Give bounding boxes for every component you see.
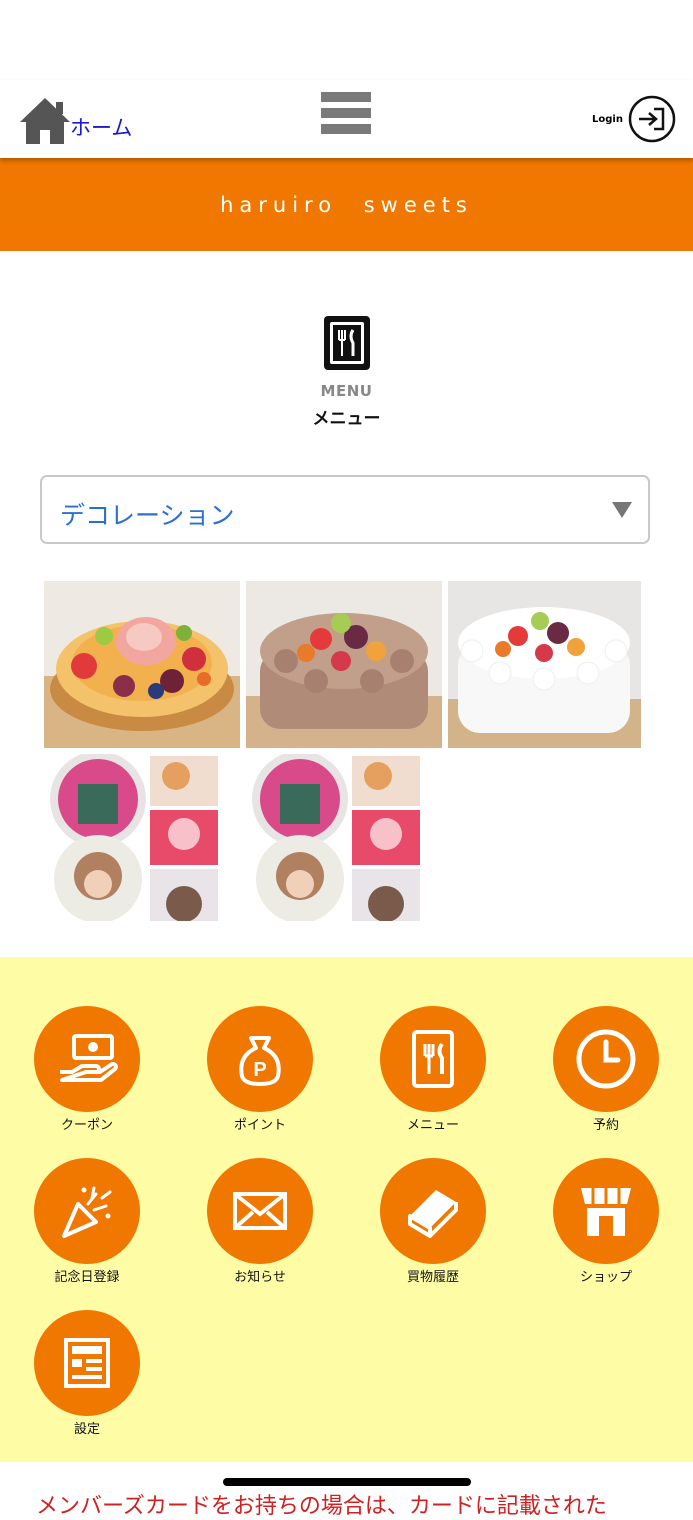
home-indicator <box>223 1478 471 1486</box>
nav-settings[interactable]: 設定 <box>17 1310 157 1437</box>
menu-heading-en: MENU <box>320 382 373 400</box>
nav-point[interactable]: P ポイント <box>190 1006 330 1133</box>
product-fruit-tart[interactable] <box>44 581 240 748</box>
status-bar <box>0 0 693 80</box>
nav-anniversary-label: 記念日登録 <box>54 1270 120 1285</box>
product-character-cake-1[interactable] <box>48 754 220 921</box>
product-white-cake[interactable] <box>448 581 641 748</box>
nav-coupon-label: クーポン <box>60 1118 113 1133</box>
character-cake-image <box>48 754 220 921</box>
envelope-icon <box>207 1158 313 1264</box>
nav-reservation-label: 予約 <box>592 1118 619 1133</box>
brand-title: haruiro sweets <box>220 192 473 217</box>
category-select[interactable]: デコレーション <box>40 475 650 544</box>
login-button[interactable]: Login <box>592 94 677 144</box>
nav-news[interactable]: お知らせ <box>190 1158 330 1285</box>
nav-anniversary[interactable]: 記念日登録 <box>17 1158 157 1285</box>
nav-shop[interactable]: ショップ <box>536 1158 676 1285</box>
nav-panel: クーポン P ポイント メニュー 予約 記念日登録 お知らせ 買物履歴 ショップ… <box>0 957 693 1462</box>
nav-news-label: お知らせ <box>234 1270 286 1285</box>
chocolate-cake-image <box>246 581 442 748</box>
nav-menu-label: メニュー <box>406 1118 459 1133</box>
book-history-icon <box>380 1158 486 1264</box>
white-cake-image <box>448 581 641 748</box>
members-card-notice: メンバーズカードをお持ちの場合は、カードに記載された <box>36 1494 607 1519</box>
top-header: ホーム Login <box>0 80 693 158</box>
character-cake-image <box>250 754 422 921</box>
point-bag-icon: P <box>207 1006 313 1112</box>
hamburger-menu-button[interactable] <box>321 92 371 138</box>
svg-text:P: P <box>253 1059 266 1081</box>
menu-heading-ja: メニュー <box>312 409 381 429</box>
home-link[interactable]: ホーム <box>18 94 132 146</box>
product-chocolate-cake[interactable] <box>246 581 442 748</box>
nav-settings-label: 設定 <box>73 1422 100 1437</box>
settings-form-icon <box>34 1310 140 1416</box>
nav-purchase-history[interactable]: 買物履歴 <box>363 1158 503 1285</box>
home-label: ホーム <box>70 116 133 140</box>
login-label: Login <box>592 113 623 125</box>
nav-menu[interactable]: メニュー <box>363 1006 503 1133</box>
brand-banner: haruiro sweets <box>0 158 693 251</box>
menu-heading: MENU メニュー <box>0 314 693 429</box>
home-icon <box>20 98 70 144</box>
product-character-cake-2[interactable] <box>250 754 422 921</box>
dropdown-caret-icon <box>612 502 632 518</box>
menu-book-icon <box>380 1006 486 1112</box>
nav-coupon[interactable]: クーポン <box>17 1006 157 1133</box>
login-icon <box>628 95 676 143</box>
coupon-icon <box>34 1006 140 1112</box>
nav-purchase-history-label: 買物履歴 <box>406 1270 459 1285</box>
nav-reservation[interactable]: 予約 <box>536 1006 676 1133</box>
party-popper-icon <box>34 1158 140 1264</box>
fruit-tart-image <box>44 581 240 748</box>
shop-icon <box>553 1158 659 1264</box>
clock-icon <box>553 1006 659 1112</box>
nav-shop-label: ショップ <box>579 1270 632 1285</box>
nav-point-label: ポイント <box>233 1118 286 1133</box>
menu-book-icon <box>323 316 370 370</box>
category-selected-value: デコレーション <box>60 501 235 530</box>
